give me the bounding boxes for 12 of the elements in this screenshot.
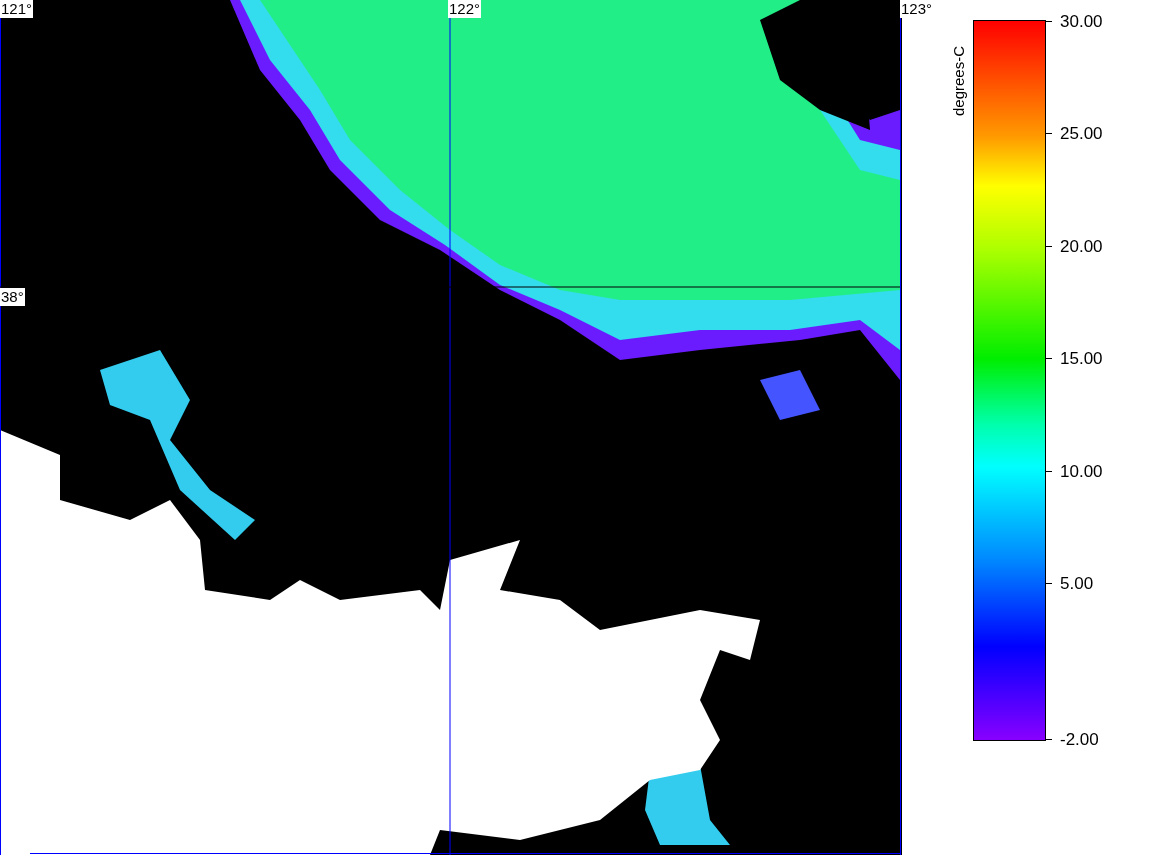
colorbar-tick-label: 15.00 [1060, 350, 1103, 368]
longitude-label: 122° [448, 0, 482, 18]
colorbar-tick-label: 10.00 [1060, 462, 1103, 480]
colorbar-tick-label: 25.00 [1060, 125, 1103, 143]
colorbar-tick-label: 5.00 [1060, 574, 1094, 592]
colorbar-tick-label: -2.00 [1060, 731, 1099, 748]
colorbar-unit-label: degrees-C [949, 44, 968, 116]
latitude-label: 38° [0, 288, 25, 306]
colorbar-tick-label: 30.00 [1060, 13, 1103, 30]
longitude-label: 121° [0, 0, 34, 18]
colorbar-tick-label: 20.00 [1060, 237, 1103, 255]
longitude-label: 123° [900, 0, 934, 18]
